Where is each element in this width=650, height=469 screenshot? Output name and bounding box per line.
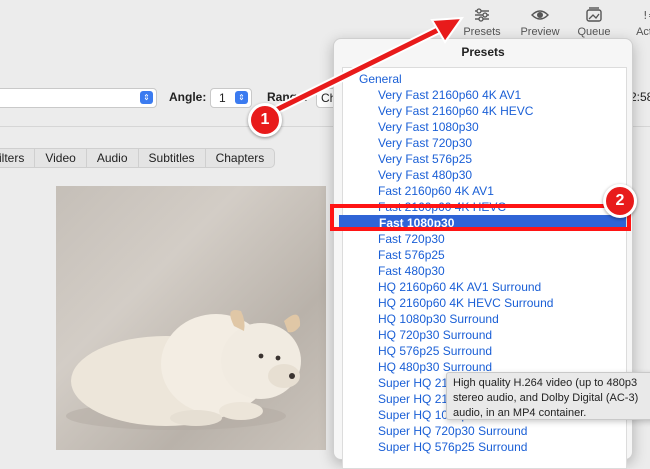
duration-text: 2:58 xyxy=(630,90,650,104)
queue-icon xyxy=(586,7,602,22)
preset-tooltip: High quality H.264 video (up to 480p3 st… xyxy=(446,372,650,420)
tab-video[interactable]: Video xyxy=(35,149,87,167)
preset-item[interactable]: HQ 2160p60 4K HEVC Surround xyxy=(378,295,553,311)
angle-value: 1 xyxy=(219,91,226,105)
tab-chapters[interactable]: Chapters xyxy=(206,149,275,167)
step-badge-1: 1 xyxy=(248,103,282,137)
preset-item[interactable]: HQ 576p25 Surround xyxy=(378,343,492,359)
popover-title: Presets xyxy=(461,45,505,59)
title-stepper-icon[interactable]: ⇕ xyxy=(140,91,153,104)
tab-audio[interactable]: Audio xyxy=(87,149,139,167)
preset-item[interactable]: Very Fast 2160p60 4K AV1 xyxy=(378,87,521,103)
preset-item[interactable]: Fast 2160p60 4K HEVC xyxy=(378,199,506,215)
toolbar-presets-label: Presets xyxy=(463,26,501,38)
tab-filters[interactable]: ilters xyxy=(0,149,36,167)
settings-tabs: ilters Video Audio Subtitles Chapters xyxy=(0,148,276,168)
toolbar-presets-button[interactable]: Presets xyxy=(452,6,512,38)
preset-item[interactable]: Very Fast 480p30 xyxy=(378,167,472,183)
toolbar-preview-label: Preview xyxy=(520,26,560,38)
preview-image xyxy=(56,186,326,450)
puppy-illustration xyxy=(66,310,301,430)
preset-item[interactable]: Super HQ 720p30 Surround xyxy=(378,423,527,439)
svg-text:!=: != xyxy=(642,9,650,22)
tooltip-line: High quality H.264 video (up to 480p3 xyxy=(453,377,638,389)
preset-item[interactable]: Fast 576p25 xyxy=(378,247,445,263)
preset-group-general[interactable]: General xyxy=(359,71,402,87)
preset-item[interactable]: Fast 480p30 xyxy=(378,263,445,279)
preset-item[interactable]: Super HQ 576p25 Surround xyxy=(378,439,527,455)
toolbar-queue-button[interactable]: Queue xyxy=(564,6,624,38)
activity-icon: != xyxy=(642,9,650,22)
toolbar-activity-button[interactable]: != Activ xyxy=(618,6,650,38)
preset-item[interactable]: Very Fast 720p30 xyxy=(378,135,472,151)
preset-item[interactable]: Very Fast 1080p30 xyxy=(378,119,479,135)
preset-item-selected[interactable]: Fast 1080p30 xyxy=(339,215,626,231)
tooltip-line: stereo audio, and Dolby Digital (AC-3) xyxy=(453,392,639,404)
preset-item[interactable]: Very Fast 576p25 xyxy=(378,151,472,167)
title-select[interactable]: ⇕ xyxy=(0,88,157,108)
sliders-icon xyxy=(475,8,489,22)
tooltip-line: audio, in an MP4 container. xyxy=(453,407,587,419)
preset-item[interactable]: Very Fast 2160p60 4K HEVC xyxy=(378,103,533,119)
angle-select[interactable]: 1 ⇕ xyxy=(210,88,252,108)
tab-subtitles[interactable]: Subtitles xyxy=(139,149,206,167)
preset-item[interactable]: Fast 720p30 xyxy=(378,231,445,247)
toolbar-preview-button[interactable]: Preview xyxy=(510,6,570,38)
angle-stepper-icon[interactable]: ⇕ xyxy=(235,91,248,104)
toolbar-activity-label: Activ xyxy=(636,26,650,38)
eye-icon xyxy=(531,10,549,20)
preset-item[interactable]: Fast 2160p60 4K AV1 xyxy=(378,183,494,199)
step-badge-2: 2 xyxy=(603,184,637,218)
range-label: Range: xyxy=(267,90,308,104)
preset-item[interactable]: HQ 2160p60 4K AV1 Surround xyxy=(378,279,541,295)
preset-item[interactable]: HQ 1080p30 Surround xyxy=(378,311,499,327)
angle-label: Angle: xyxy=(169,90,207,104)
toolbar-queue-label: Queue xyxy=(577,26,611,38)
preset-item[interactable]: HQ 720p30 Surround xyxy=(378,327,492,343)
